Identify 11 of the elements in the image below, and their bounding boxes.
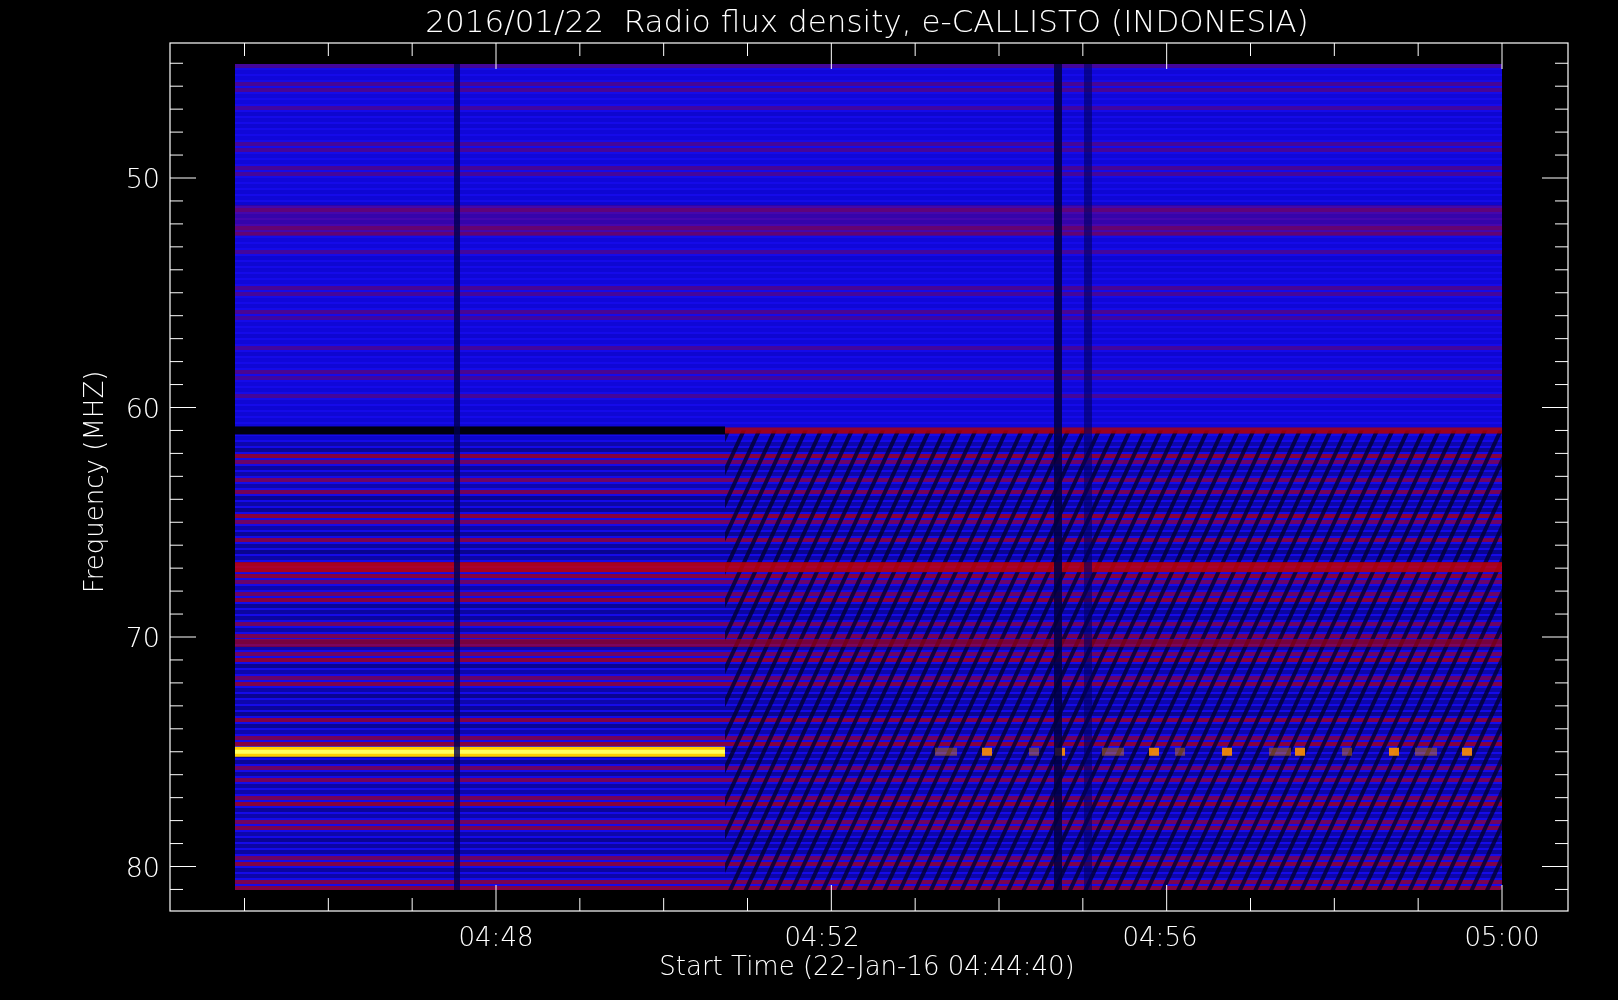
x-axis-label: Start Time (22-Jan-16 04:44:40) — [659, 951, 1075, 981]
y-tick-label: 50 — [125, 163, 160, 194]
y-tick-label: 80 — [125, 851, 160, 883]
y-axis-label: Frequency (MHZ) — [79, 370, 109, 594]
x-tick-label: 05:00 — [1464, 922, 1540, 952]
plot-title: 2016/01/22 Radio flux density, e-CALLISTO (INDONESIA) — [425, 3, 1309, 39]
y-tick-label: 60 — [125, 392, 160, 424]
x-tick-label: 04:48 — [458, 922, 534, 952]
y-tick-label: 70 — [125, 622, 160, 653]
x-tick-label: 04:56 — [1122, 922, 1198, 952]
x-tick-label: 04:52 — [784, 922, 860, 952]
